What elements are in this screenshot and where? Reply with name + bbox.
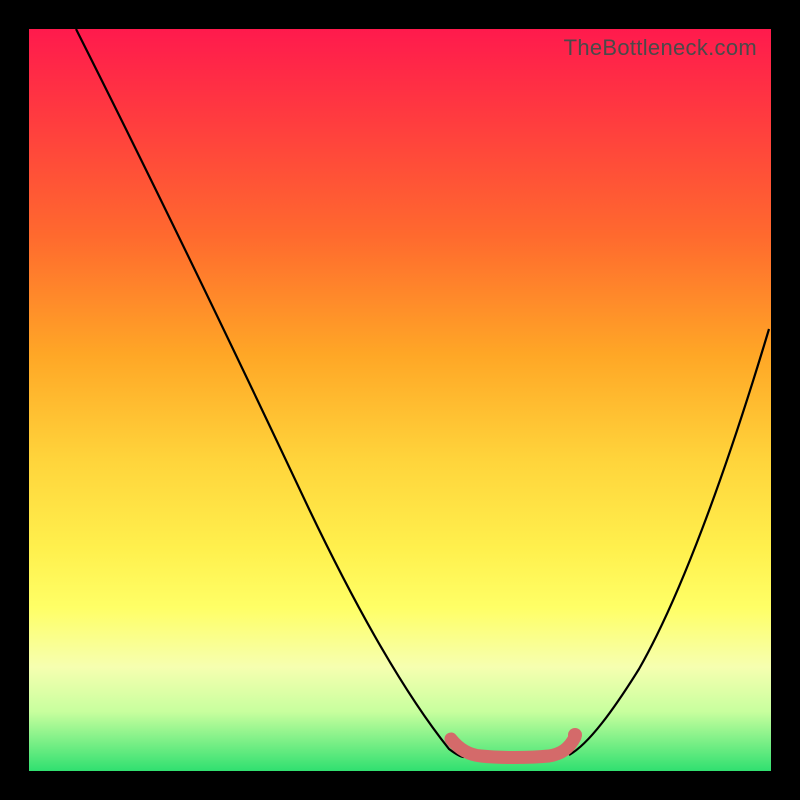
watermark-text: TheBottleneck.com [564, 35, 757, 61]
optimal-range-marker [451, 737, 575, 758]
right-curve [569, 329, 769, 755]
chart-plot-area: TheBottleneck.com [29, 29, 771, 771]
marker-end-dot [568, 728, 582, 742]
left-curve [76, 29, 464, 757]
chart-svg [29, 29, 771, 771]
